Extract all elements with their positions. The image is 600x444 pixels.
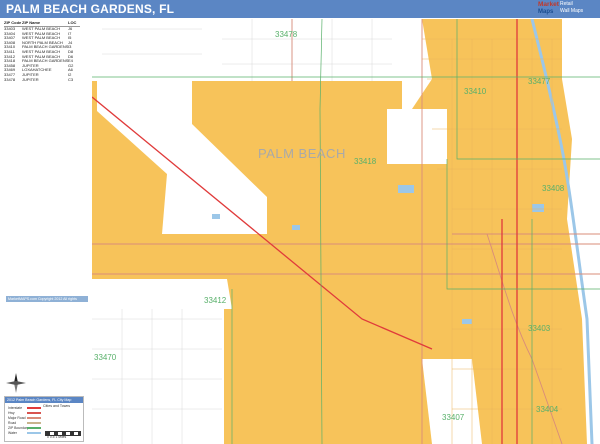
copyright-bar: MarketMAPS.com Copyright 2012 All rights… [6, 296, 88, 302]
legend-header: 2012 Palm Beach Gardens, FL City Map [5, 397, 83, 403]
zip-loc: C3 [68, 76, 74, 82]
brand-line2: Maps [538, 9, 554, 15]
zip-label-33408: 33408 [542, 184, 565, 193]
legend-item: ZIP Boundary [8, 426, 29, 430]
brand-tag1: Retail [560, 1, 573, 7]
legend-swatch-zip-boundary [27, 427, 41, 429]
header-zip-name: ZIP Name [22, 20, 41, 25]
rural-north-strip [92, 19, 402, 81]
title-bar: PALM BEACH GARDENS, FL Market Retail Wal… [0, 0, 600, 18]
zip-label-33410: 33410 [464, 87, 487, 96]
legend-subheader: Cities and Towns [43, 404, 71, 408]
brand-line1: Market [538, 1, 559, 8]
zip-label-33418: 33418 [354, 157, 377, 166]
place-label-palm-beach: PALM BEACH [258, 146, 346, 161]
zip-label-33478: 33478 [275, 30, 298, 39]
legend-item: Major Road [8, 416, 26, 420]
map-legend: 2012 Palm Beach Gardens, FL City Map Cit… [4, 396, 84, 442]
zip-label-33404: 33404 [536, 405, 559, 414]
zip-label-33403: 33403 [528, 324, 551, 333]
map-svg [92, 19, 600, 444]
legend-item: Hwy [8, 411, 15, 415]
map-title: PALM BEACH GARDENS, FL [6, 2, 175, 16]
zip-name: JUPITER [22, 77, 39, 82]
zip-index-table: ZIP Code ZIP Name LOC 33403 WEST PALM BEA… [4, 20, 80, 83]
north-arrow-icon [4, 372, 28, 394]
table-row: 33478 JUPITER C3 [4, 76, 80, 83]
zip-code: 33478 [4, 76, 16, 82]
legend-swatch-hwy [27, 412, 41, 414]
legend-item: Interstate [8, 406, 23, 410]
legend-item: Water [8, 431, 17, 435]
water-body-1 [398, 185, 414, 193]
zip-label-33407: 33407 [442, 413, 465, 422]
zip-label-33412: 33412 [204, 296, 227, 305]
brand-logo: Market Retail Wall Maps Maps [538, 0, 598, 18]
legend-swatch-major-road [27, 417, 41, 419]
legend-swatch-interstate [27, 407, 41, 409]
map-canvas[interactable]: PALM BEACH 33478 33410 33418 33408 33412… [92, 19, 600, 444]
scale-label: 0 0.5 1 Miles [47, 435, 67, 439]
zip-label-33470: 33470 [94, 353, 117, 362]
water-body-5 [212, 214, 220, 219]
legend-item: Road [8, 421, 17, 425]
enclave-center [387, 109, 447, 164]
water-body-3 [292, 225, 300, 230]
brand-tag2: Wall Maps [560, 8, 584, 14]
zip-label-33477: 33477 [528, 77, 551, 86]
legend-swatch-road [27, 422, 41, 424]
water-body-2 [532, 204, 544, 212]
water-body-4 [462, 319, 472, 324]
rural-area-sw [92, 309, 224, 444]
legend-swatch-water [27, 432, 41, 434]
